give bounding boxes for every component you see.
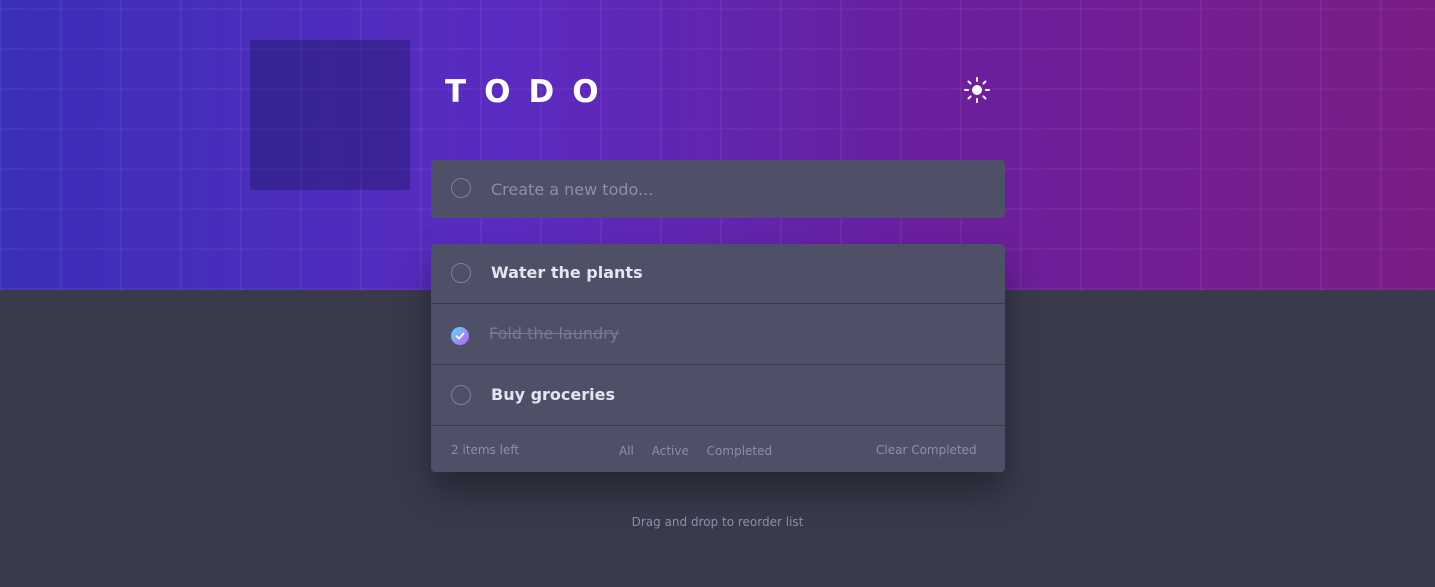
header: TODO [445,70,990,114]
todo-text: Fold the laundry [489,324,620,343]
reorder-hint: Drag and drop to reorder list [631,515,804,529]
check-icon[interactable] [451,327,469,345]
new-todo-circle[interactable] [451,178,471,198]
todo-text: Buy groceries [491,385,616,404]
list-footer: 2 items left All Active Completed Clear … [431,429,1005,472]
new-todo-bar [431,160,1005,218]
todo-item[interactable]: Buy groceries [431,366,1005,426]
app-title: TODO [445,74,617,110]
todo-checkbox[interactable] [451,385,471,405]
clear-completed-button[interactable]: Clear Completed [876,443,977,457]
filter-group: All Active Completed [619,444,786,458]
theme-toggle-button[interactable] [963,76,991,104]
sun-icon [964,77,990,103]
filter-active[interactable]: Active [652,444,689,458]
todo-item[interactable]: Water the plants [431,244,1005,304]
todo-text: Water the plants [491,263,643,282]
new-todo-input[interactable] [491,174,971,204]
filter-completed[interactable]: Completed [707,444,772,458]
todo-list: Water the plants Fold the laundry Buy gr… [431,244,1005,472]
todo-item[interactable]: Fold the laundry [431,305,1005,365]
filter-all[interactable]: All [619,444,634,458]
todo-checkbox[interactable] [451,263,471,283]
items-left-count: 2 items left [451,443,520,457]
